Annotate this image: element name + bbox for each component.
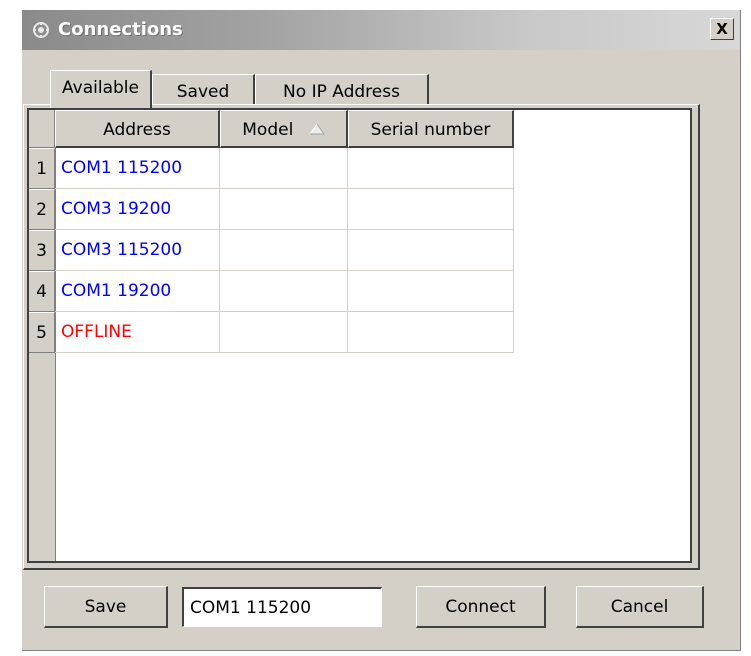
column-header-model[interactable]: Model <box>220 110 348 148</box>
address-cell[interactable]: COM1 115200 <box>55 148 220 189</box>
connections-grid[interactable]: Address Model Serial number 1 COM1 11520… <box>27 108 692 563</box>
address-input[interactable] <box>182 587 382 627</box>
grid-corner <box>29 110 55 148</box>
save-button-label: Save <box>84 597 127 617</box>
tab-available-label: Available <box>62 78 139 98</box>
connect-button[interactable]: Connect <box>416 586 546 628</box>
serial-cell[interactable] <box>348 189 514 230</box>
row-number[interactable]: 1 <box>29 148 55 189</box>
row-number[interactable]: 5 <box>29 312 55 353</box>
address-cell[interactable]: COM3 115200 <box>55 230 220 271</box>
column-model-label: Model <box>242 120 294 140</box>
row-number[interactable]: 2 <box>29 189 55 230</box>
title-bar[interactable]: Connections X <box>22 10 740 50</box>
column-header-serial-number[interactable]: Serial number <box>348 110 514 148</box>
column-serial-label: Serial number <box>370 120 491 140</box>
tab-saved-label: Saved <box>176 82 230 102</box>
cancel-button-label: Cancel <box>610 597 669 617</box>
column-address-label: Address <box>103 120 171 140</box>
close-icon: X <box>716 20 728 38</box>
row-number[interactable]: 3 <box>29 230 55 271</box>
sort-ascending-icon <box>308 122 325 134</box>
column-header-address[interactable]: Address <box>55 110 220 148</box>
serial-cell[interactable] <box>348 148 514 189</box>
cancel-button[interactable]: Cancel <box>576 586 704 628</box>
connections-icon <box>33 22 49 38</box>
address-cell-offline[interactable]: OFFLINE <box>55 312 220 353</box>
window-title: Connections <box>58 19 183 40</box>
tab-available[interactable]: Available <box>50 70 152 110</box>
serial-cell[interactable] <box>348 230 514 271</box>
tab-no-ip-address-label: No IP Address <box>283 82 400 102</box>
serial-cell[interactable] <box>348 271 514 312</box>
connect-button-label: Connect <box>445 597 516 617</box>
serial-cell[interactable] <box>348 312 514 353</box>
row-number[interactable]: 4 <box>29 271 55 312</box>
model-cell[interactable] <box>220 189 348 230</box>
model-cell[interactable] <box>220 148 348 189</box>
close-button[interactable]: X <box>710 18 734 40</box>
model-cell[interactable] <box>220 312 348 353</box>
address-cell[interactable]: COM1 19200 <box>55 271 220 312</box>
model-cell[interactable] <box>220 230 348 271</box>
address-cell[interactable]: COM3 19200 <box>55 189 220 230</box>
model-cell[interactable] <box>220 271 348 312</box>
save-button[interactable]: Save <box>44 586 168 628</box>
